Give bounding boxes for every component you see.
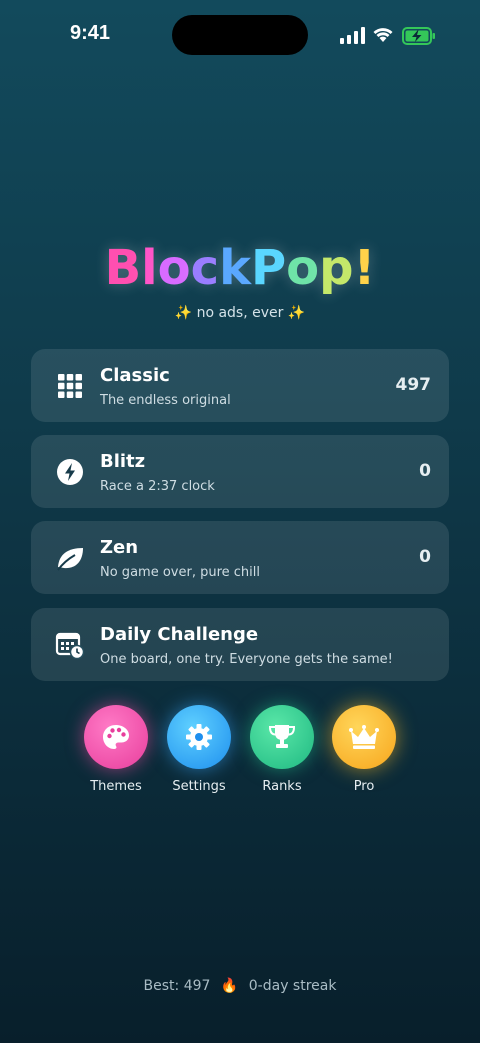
mode-subtitle: Race a 2:37 clock bbox=[100, 479, 215, 494]
ranks-label: Ranks bbox=[262, 779, 302, 794]
leaf-icon bbox=[57, 548, 83, 571]
stats-footer: Best: 497 🔥 0-day streak bbox=[0, 978, 480, 994]
status-bar: 9:41 bbox=[0, 0, 480, 72]
tagline: ✨ no ads, ever ✨ bbox=[0, 305, 480, 321]
mode-card-blitz[interactable]: Blitz Race a 2:37 clock 0 bbox=[31, 435, 449, 508]
themes-circle[interactable] bbox=[84, 705, 148, 769]
logo-letter: k bbox=[219, 240, 251, 296]
sparkle-icon: ✨ bbox=[174, 305, 193, 321]
ranks-circle[interactable] bbox=[250, 705, 314, 769]
mode-card-classic[interactable]: Classic The endless original 497 bbox=[31, 349, 449, 422]
battery-charging-icon bbox=[402, 27, 435, 45]
pro-circle[interactable] bbox=[332, 705, 396, 769]
settings-label: Settings bbox=[172, 779, 226, 794]
mode-subtitle: The endless original bbox=[100, 393, 231, 408]
status-time: 9:41 bbox=[70, 22, 111, 44]
mode-card-zen[interactable]: Zen No game over, pure chill 0 bbox=[31, 521, 449, 594]
pro-button[interactable]: Pro bbox=[332, 705, 396, 794]
themes-label: Themes bbox=[90, 779, 142, 794]
ranks-button[interactable]: Ranks bbox=[250, 705, 314, 794]
crown-icon bbox=[349, 725, 379, 749]
mode-subtitle: One board, one try. Everyone gets the sa… bbox=[100, 652, 393, 667]
lightning-icon bbox=[57, 459, 83, 485]
logo-letter: c bbox=[190, 240, 220, 296]
logo-letter: o bbox=[157, 240, 191, 296]
logo-letter: ! bbox=[353, 240, 376, 296]
gear-icon bbox=[186, 724, 212, 750]
grid-icon bbox=[58, 374, 82, 398]
logo-letter: p bbox=[319, 240, 354, 296]
tagline-text: no ads, ever bbox=[196, 305, 284, 321]
mode-title: Blitz bbox=[100, 451, 146, 472]
flame-icon: 🔥 bbox=[220, 978, 239, 994]
app-logo: BlockPop! bbox=[0, 240, 480, 296]
calendar-clock-icon bbox=[55, 632, 85, 660]
mode-subtitle: No game over, pure chill bbox=[100, 565, 260, 580]
mode-score: 0 bbox=[419, 547, 431, 567]
cellular-signal-icon bbox=[340, 27, 365, 44]
best-score: Best: 497 bbox=[143, 978, 211, 994]
mode-title: Classic bbox=[100, 365, 170, 386]
dynamic-island bbox=[172, 15, 308, 55]
palette-icon bbox=[103, 725, 129, 749]
mode-score: 497 bbox=[395, 375, 432, 395]
streak-count: 0-day streak bbox=[248, 978, 337, 994]
wifi-icon bbox=[373, 28, 393, 42]
logo-letter: P bbox=[250, 240, 287, 296]
themes-button[interactable]: Themes bbox=[84, 705, 148, 794]
logo-letter: o bbox=[286, 240, 320, 296]
logo-letter: B bbox=[104, 240, 142, 296]
mode-card-daily-challenge[interactable]: Daily Challenge One board, one try. Ever… bbox=[31, 608, 449, 681]
mode-score: 0 bbox=[419, 461, 431, 481]
logo-letter: l bbox=[141, 240, 158, 296]
pro-label: Pro bbox=[353, 779, 375, 794]
mode-title: Daily Challenge bbox=[100, 624, 259, 645]
settings-button[interactable]: Settings bbox=[167, 705, 231, 794]
trophy-icon bbox=[268, 725, 296, 748]
mode-title: Zen bbox=[100, 537, 139, 558]
settings-circle[interactable] bbox=[167, 705, 231, 769]
sparkle-icon: ✨ bbox=[287, 305, 306, 321]
